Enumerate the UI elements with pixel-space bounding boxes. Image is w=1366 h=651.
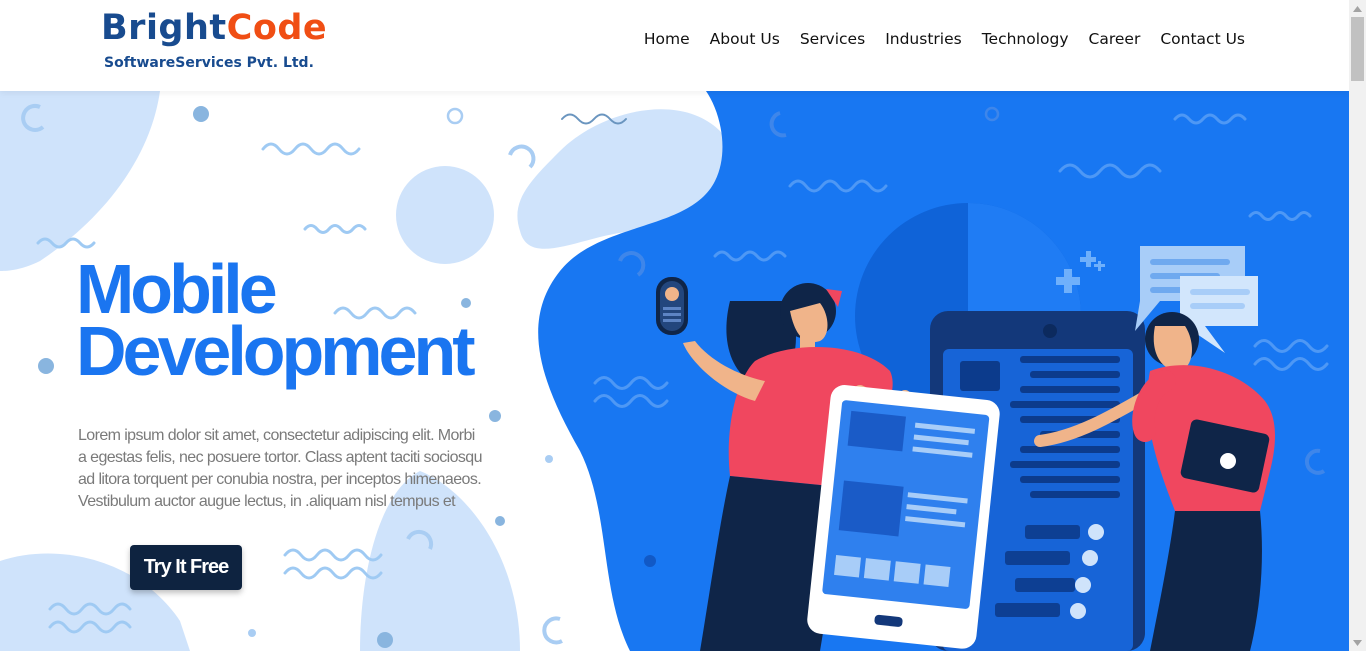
hero-title-line1: Mobile <box>76 250 278 328</box>
hero-section: Mobile Development Lorem ipsum dolor sit… <box>0 91 1349 651</box>
site-header: BrightCode SoftwareServices Pvt. Ltd. Ho… <box>0 0 1349 91</box>
arrow-down-icon[interactable] <box>1349 634 1366 651</box>
main-nav: Home About Us Services Industries Techno… <box>634 28 1255 50</box>
scroll-thumb[interactable] <box>1351 17 1364 81</box>
try-it-free-button[interactable]: Try It Free <box>130 545 242 590</box>
hero-description: Lorem ipsum dolor sit amet, consectetur … <box>78 427 483 510</box>
logo-subtitle: SoftwareServices Pvt. Ltd. <box>104 55 314 71</box>
logo[interactable]: BrightCode <box>101 6 327 50</box>
logo-bright: Bright <box>101 8 227 48</box>
nav-contact-us[interactable]: Contact Us <box>1150 28 1255 50</box>
nav-home[interactable]: Home <box>634 28 700 50</box>
nav-technology[interactable]: Technology <box>972 28 1079 50</box>
logo-code: Code <box>226 8 328 48</box>
arrow-up-icon[interactable] <box>1349 0 1366 17</box>
nav-industries[interactable]: Industries <box>875 28 972 50</box>
nav-career[interactable]: Career <box>1079 28 1151 50</box>
page-scrollbar[interactable] <box>1349 0 1366 651</box>
nav-services[interactable]: Services <box>790 28 875 50</box>
nav-about-us[interactable]: About Us <box>700 28 790 50</box>
hero-title: Mobile Development <box>76 250 476 390</box>
hero-title-line2: Development <box>76 312 476 390</box>
